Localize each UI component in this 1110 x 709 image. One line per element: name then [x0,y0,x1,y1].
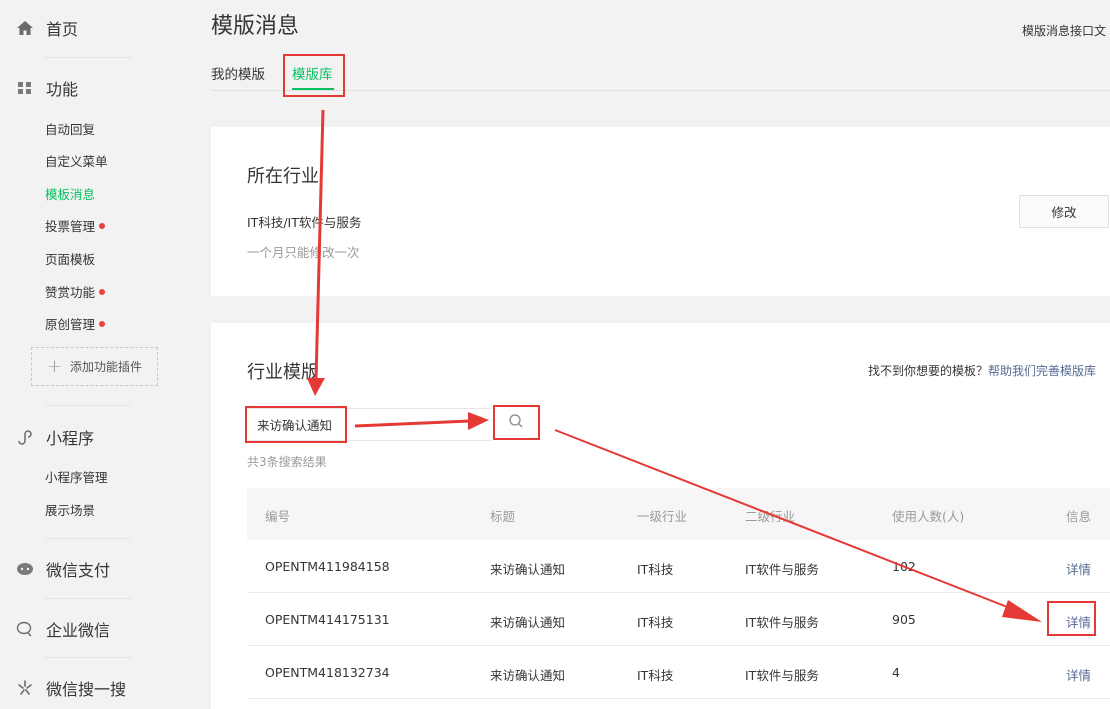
tab-my-templates[interactable]: 我的模版 [211,63,265,83]
sidebar-item-label: 自动回复 [45,122,96,137]
sidebar-item-custom-menu[interactable]: 自定义菜单 [45,151,108,170]
table-row: OPENTM411984158 来访确认通知 IT科技 IT软件与服务 102 … [247,540,1110,593]
grid-icon [14,77,36,99]
industry-value: IT科技/IT软件与服务 [247,215,362,230]
sidebar-item-reward[interactable]: 赞赏功能 [45,282,106,301]
template-id: OPENTM414175131 [265,612,390,627]
templates-title: 行业模版 [247,362,319,383]
column-header: 信息 [1066,509,1092,524]
template-industry1: IT科技 [637,562,674,577]
template-industry2: IT软件与服务 [745,615,819,630]
nav-home-label: 首页 [46,20,79,39]
nav-function[interactable]: 功能 [0,76,78,100]
nav-wechat-search-label: 微信搜一搜 [46,680,127,699]
result-count: 共3条搜索结果 [247,455,327,469]
sidebar-item-template-message[interactable]: 模板消息 [45,184,95,203]
template-id: OPENTM411984158 [265,559,390,574]
divider [45,57,131,58]
industry-note: 一个月只能修改一次 [247,245,360,260]
nav-wechat-search[interactable]: 微信搜一搜 [0,676,126,700]
template-id: OPENTM418132734 [265,665,390,680]
wechat-search-icon [14,677,36,699]
page-title: 模版消息 [211,14,300,39]
sidebar-item-miniprogram-manage[interactable]: 小程序管理 [45,467,108,486]
template-users: 905 [892,612,916,627]
industry-title: 所在行业 [247,166,319,187]
templates-panel: 行业模版 找不到你想要的模板？帮助我们完善模版库 来访确认通知 共3条搜索结果 … [211,323,1110,709]
notification-dot [99,288,106,295]
nav-function-label: 功能 [46,80,79,99]
annotation-box-search-button [493,405,540,440]
tab-bar: 我的模版 模版库 [211,55,1110,91]
nav-work-wechat-label: 企业微信 [46,621,111,640]
annotation-box-details [1047,601,1096,636]
notification-dot [99,320,106,327]
column-header: 一级行业 [637,509,688,524]
sidebar-item-label: 自定义菜单 [45,154,108,169]
sidebar-item-label: 原创管理 [45,317,96,332]
table-row: OPENTM414175131 来访确认通知 IT科技 IT软件与服务 905 … [247,593,1110,646]
nav-wechat-pay-label: 微信支付 [46,561,111,580]
template-title: 来访确认通知 [490,562,566,577]
sidebar-item-auto-reply[interactable]: 自动回复 [45,119,95,138]
nav-miniprogram[interactable]: 小程序 [0,425,94,449]
template-industry1: IT科技 [637,615,674,630]
column-header: 编号 [265,509,291,524]
sidebar-item-vote[interactable]: 投票管理 [45,216,106,235]
divider [45,405,131,406]
column-header: 二级行业 [745,509,796,524]
sidebar-item-label: 展示场景 [45,503,96,518]
add-plugin-button[interactable]: + 添加功能插件 [31,347,158,386]
miniprogram-icon [14,426,36,448]
sidebar: 首页 功能 自动回复 自定义菜单 模板消息 投票管理 页面模板 赞赏功能 原创管… [0,0,190,709]
sidebar-item-label: 页面模板 [45,252,96,267]
nav-work-wechat[interactable]: 企业微信 [0,617,110,641]
sidebar-item-label: 投票管理 [45,219,96,234]
add-plugin-label: 添加功能插件 [70,360,143,374]
work-wechat-icon [14,618,36,640]
column-header: 使用人数(人) [892,509,965,524]
annotation-box-tab [283,54,345,97]
divider [45,598,131,599]
table-row: OPENTM418132734 来访确认通知 IT科技 IT软件与服务 4 详情 [247,646,1110,699]
template-industry1: IT科技 [637,668,674,683]
sidebar-item-label: 小程序管理 [45,470,108,485]
plus-icon: + [46,356,63,377]
sidebar-item-original[interactable]: 原创管理 [45,314,106,333]
help-link[interactable]: 帮助我们完善模版库 [988,364,1096,378]
sidebar-item-display-scene[interactable]: 展示场景 [45,500,95,519]
wechat-pay-icon [14,558,36,580]
notification-dot [99,222,106,229]
home-icon [14,17,36,39]
template-industry2: IT软件与服务 [745,562,819,577]
nav-wechat-pay[interactable]: 微信支付 [0,557,110,581]
divider [45,538,131,539]
template-users: 4 [892,665,900,680]
sidebar-item-label: 模板消息 [45,187,96,202]
template-industry2: IT软件与服务 [745,668,819,683]
column-header: 标题 [490,509,516,524]
details-link[interactable]: 详情 [1066,559,1091,578]
annotation-box-search-input [245,406,347,443]
nav-home[interactable]: 首页 [0,16,78,40]
divider [45,657,131,658]
sidebar-item-page-template[interactable]: 页面模板 [45,249,95,268]
nav-miniprogram-label: 小程序 [46,429,95,448]
template-api-doc-link[interactable]: 模版消息接口文 [1022,22,1106,39]
help-text: 找不到你想要的模板？帮助我们完善模版库 [868,362,1096,379]
sidebar-item-label: 赞赏功能 [45,285,96,300]
help-prefix: 找不到你想要的模板？ [868,364,989,378]
modify-button[interactable]: 修改 [1019,195,1109,228]
template-title: 来访确认通知 [490,668,566,683]
details-link[interactable]: 详情 [1066,665,1091,684]
template-title: 来访确认通知 [490,615,566,630]
template-users: 102 [892,559,916,574]
table-header: 编号 标题 一级行业 二级行业 使用人数(人) 信息 [247,488,1110,540]
industry-panel: 所在行业 IT科技/IT软件与服务 一个月只能修改一次 修改 [211,127,1110,296]
